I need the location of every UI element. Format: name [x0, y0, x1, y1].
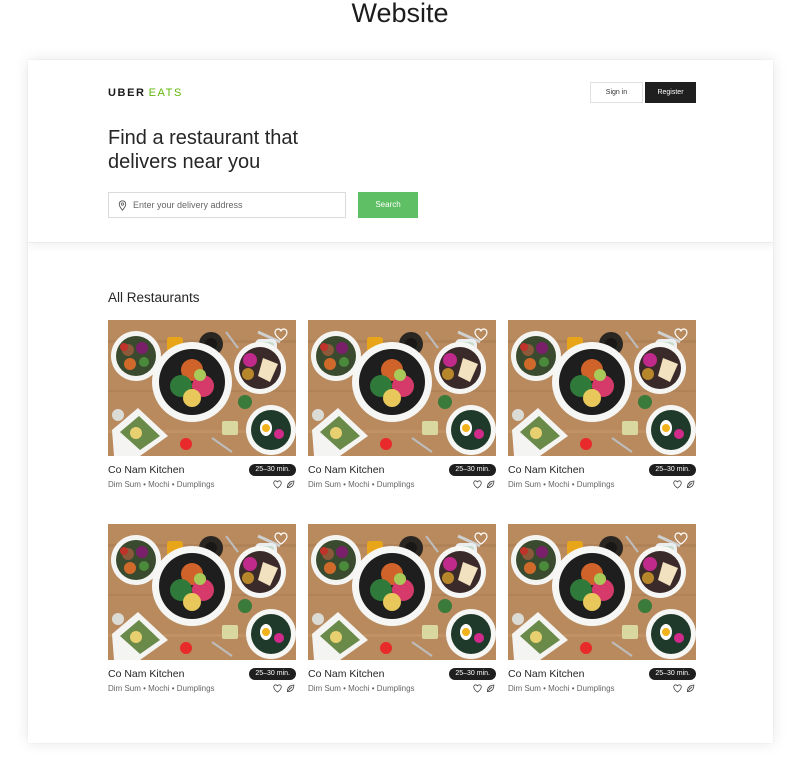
leaf-icon[interactable] — [286, 480, 295, 489]
favorite-heart-icon[interactable] — [674, 532, 688, 545]
delivery-time-badge: 25–30 min. — [649, 668, 696, 680]
restaurant-tags: Dim Sum • Mochi • Dumplings — [508, 684, 615, 693]
restaurant-tags: Dim Sum • Mochi • Dumplings — [508, 480, 615, 489]
restaurant-name[interactable]: Co Nam Kitchen — [508, 668, 584, 680]
restaurant-card[interactable]: Co Nam Kitchen 25–30 min. Dim Sum • Mochi … — [108, 320, 296, 492]
restaurant-photo[interactable] — [108, 524, 296, 660]
favorite-heart-icon[interactable] — [674, 328, 688, 341]
restaurant-name[interactable]: Co Nam Kitchen — [108, 668, 184, 680]
delivery-time-badge: 25–30 min. — [249, 464, 296, 476]
card-actions — [473, 480, 495, 490]
favorite-heart-icon[interactable] — [474, 328, 488, 341]
restaurant-name[interactable]: Co Nam Kitchen — [108, 464, 184, 476]
website-frame: UBER EATS Sign in Register Find a restaur… — [28, 60, 773, 743]
restaurant-photo[interactable] — [308, 524, 496, 660]
leaf-icon[interactable] — [686, 684, 695, 693]
restaurant-card[interactable]: Co Nam Kitchen 25–30 min. Dim Sum • Mochi … — [108, 524, 296, 696]
card-actions — [473, 684, 495, 694]
card-actions — [273, 684, 295, 694]
headline-line-2: delivers near you — [108, 151, 261, 173]
uber-eats-logo[interactable]: UBER EATS — [108, 87, 183, 99]
restaurant-photo[interactable] — [108, 320, 296, 456]
restaurant-name[interactable]: Co Nam Kitchen — [508, 464, 584, 476]
delivery-address-input[interactable] — [133, 193, 341, 217]
favorite-heart-icon[interactable] — [274, 328, 288, 341]
restaurant-name[interactable]: Co Nam Kitchen — [308, 668, 384, 680]
card-actions — [273, 480, 295, 490]
restaurant-tags: Dim Sum • Mochi • Dumplings — [308, 684, 415, 693]
restaurant-name[interactable]: Co Nam Kitchen — [308, 464, 384, 476]
delivery-time-badge: 25–30 min. — [449, 668, 496, 680]
heart-icon[interactable] — [273, 480, 282, 489]
heart-icon[interactable] — [673, 480, 682, 489]
leaf-icon[interactable] — [686, 480, 695, 489]
heart-icon[interactable] — [473, 480, 482, 489]
restaurant-tags: Dim Sum • Mochi • Dumplings — [308, 480, 415, 489]
restaurant-photo[interactable] — [308, 320, 496, 456]
favorite-heart-icon[interactable] — [474, 532, 488, 545]
restaurant-photo[interactable] — [508, 524, 696, 660]
heart-icon[interactable] — [673, 684, 682, 693]
logo-word-uber: UBER — [108, 87, 146, 99]
leaf-icon[interactable] — [486, 480, 495, 489]
search-button[interactable]: Search — [358, 192, 418, 218]
delivery-time-badge: 25–30 min. — [649, 464, 696, 476]
page-headline: Find a restaurant that delivers near you — [108, 126, 368, 174]
leaf-icon[interactable] — [486, 684, 495, 693]
restaurant-card[interactable]: Co Nam Kitchen 25–30 min. Dim Sum • Mochi … — [508, 320, 696, 492]
logo-word-eats: EATS — [148, 87, 183, 99]
restaurant-card[interactable]: Co Nam Kitchen 25–30 min. Dim Sum • Mochi … — [308, 320, 496, 492]
heart-icon[interactable] — [473, 684, 482, 693]
location-pin-icon — [118, 200, 127, 211]
restaurant-photo[interactable] — [508, 320, 696, 456]
delivery-time-badge: 25–30 min. — [449, 464, 496, 476]
delivery-address-search — [108, 192, 346, 218]
restaurant-tags: Dim Sum • Mochi • Dumplings — [108, 480, 215, 489]
delivery-time-badge: 25–30 min. — [249, 668, 296, 680]
card-actions — [673, 480, 695, 490]
headline-line-1: Find a restaurant that — [108, 127, 299, 149]
favorite-heart-icon[interactable] — [274, 532, 288, 545]
register-button[interactable]: Register — [645, 82, 696, 103]
restaurant-card[interactable]: Co Nam Kitchen 25–30 min. Dim Sum • Mochi … — [308, 524, 496, 696]
card-actions — [673, 684, 695, 694]
leaf-icon[interactable] — [286, 684, 295, 693]
hero-header: UBER EATS Sign in Register Find a restaur… — [28, 60, 773, 243]
restaurant-card[interactable]: Co Nam Kitchen 25–30 min. Dim Sum • Mochi … — [508, 524, 696, 696]
restaurant-tags: Dim Sum • Mochi • Dumplings — [108, 684, 215, 693]
page-caption: Website — [351, 0, 449, 28]
sign-in-button[interactable]: Sign in — [590, 82, 643, 103]
heart-icon[interactable] — [273, 684, 282, 693]
section-title: All Restaurants — [108, 290, 200, 305]
